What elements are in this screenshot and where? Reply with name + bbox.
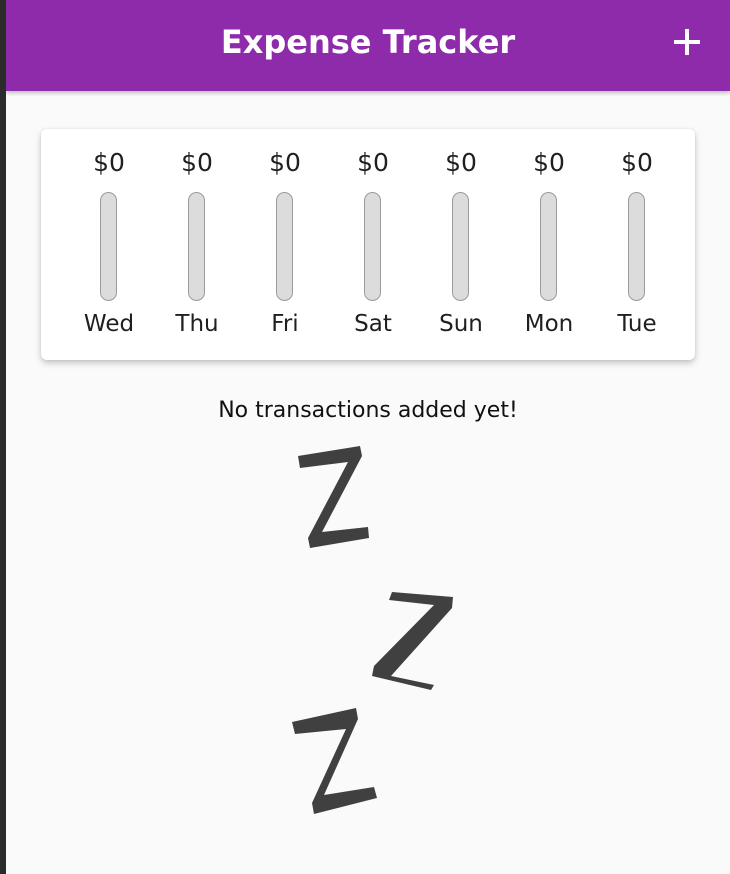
bar-track	[540, 192, 557, 301]
plus-icon	[674, 29, 700, 55]
bar-day-label: Wed	[83, 311, 135, 337]
sleeping-zzz-icon	[292, 446, 453, 814]
bar-track	[276, 192, 293, 301]
bar-amount-label: $0	[269, 148, 301, 177]
bar-day-label: Fri	[271, 311, 299, 337]
chart-bar-tue: $0 Tue	[597, 129, 677, 360]
bar-track	[188, 192, 205, 301]
bar-day-label: Mon	[524, 311, 574, 337]
chart-bar-sun: $0 Sun	[421, 129, 501, 360]
chart-bar-fri: $0 Fri	[245, 129, 325, 360]
bar-amount-label: $0	[621, 148, 653, 177]
empty-state-message: No transactions added yet!	[218, 398, 518, 423]
bar-amount-label: $0	[181, 148, 213, 177]
weekly-chart-card: $0 Wed $0 Thu $0 Fri $0 Sat $0 Sun $0 Mo…	[41, 129, 695, 360]
bar-track	[452, 192, 469, 301]
bar-amount-label: $0	[445, 148, 477, 177]
app-bar: Expense Tracker	[6, 0, 730, 91]
bar-day-label: Tue	[617, 311, 657, 337]
app-screen: Expense Tracker $0 Wed $0 Thu $0 Fri $0	[6, 0, 730, 874]
bar-day-label: Sun	[439, 311, 483, 337]
bar-track	[628, 192, 645, 301]
chart-bar-thu: $0 Thu	[157, 129, 237, 360]
chart-bar-mon: $0 Mon	[509, 129, 589, 360]
bar-amount-label: $0	[533, 148, 565, 177]
bar-track	[364, 192, 381, 301]
bar-track	[100, 192, 117, 301]
bar-day-label: Sat	[354, 311, 392, 337]
bar-amount-label: $0	[93, 148, 125, 177]
app-title: Expense Tracker	[220, 23, 516, 61]
chart-bar-wed: $0 Wed	[69, 129, 149, 360]
chart-bar-sat: $0 Sat	[333, 129, 413, 360]
add-transaction-button[interactable]	[666, 21, 708, 63]
bar-day-label: Thu	[175, 311, 219, 337]
bar-amount-label: $0	[357, 148, 389, 177]
empty-state-illustration	[276, 440, 476, 830]
